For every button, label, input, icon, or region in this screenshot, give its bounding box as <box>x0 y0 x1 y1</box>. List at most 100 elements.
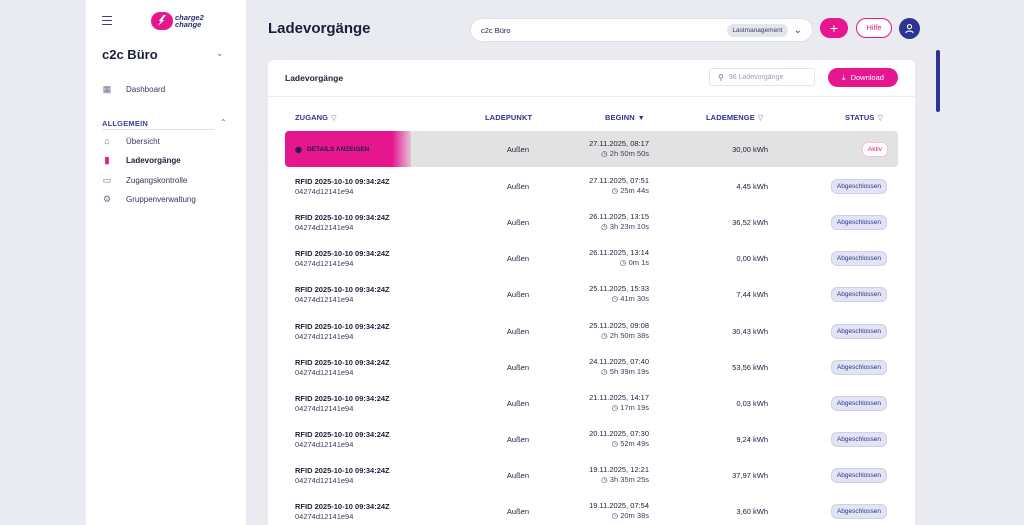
organization-name[interactable]: c2c Büro <box>102 47 158 62</box>
charging-sessions-card: Ladevorgänge ⚲ 96 Ladevorgänge ⤓ Downloa… <box>268 60 915 525</box>
scrollbar-thumb[interactable] <box>936 50 940 112</box>
status-badge: Abgeschlossen <box>830 468 887 483</box>
section-label: ALLGEMEIN <box>102 119 148 128</box>
start-date: 27.11.2025, 08:17 <box>589 139 649 148</box>
table-row[interactable]: RFID 2025-10-10 09:34:24Z 04274d12141e94… <box>268 457 915 493</box>
table-row[interactable]: RFID 2025-10-10 09:34:24Z 04274d12141e94… <box>268 240 915 276</box>
energy: 4,45 kWh <box>736 182 768 191</box>
location-select[interactable]: c2c Büro Lastmanagement ⌄ <box>471 19 812 41</box>
left-gutter <box>0 0 86 525</box>
access-tag: 04274d12141e94 <box>295 259 354 268</box>
table-row[interactable]: RFID 2025-10-10 09:34:24Z 04274d12141e94… <box>268 421 915 457</box>
eye-icon: ◉ <box>295 144 302 154</box>
access-tag: 04274d12141e94 <box>295 187 354 196</box>
ladepunkt: Außen <box>506 435 529 444</box>
duration: ◷ 17m 19s <box>611 403 649 412</box>
ladepunkt: Außen <box>506 254 529 263</box>
start-date: 27.11.2025, 07:51 <box>589 176 649 185</box>
status-badge: Abgeschlossen <box>830 360 887 375</box>
column-header-lademenge[interactable]: LADEMENGE ▽ <box>706 113 763 122</box>
energy: 37,97 kWh <box>732 471 768 480</box>
logo[interactable]: charge2 change <box>151 12 204 30</box>
lightning-logo-icon <box>151 12 173 30</box>
table-row[interactable]: RFID 2025-10-10 09:34:24Z 04274d12141e94… <box>268 276 915 312</box>
access-tag: 04274d12141e94 <box>295 368 354 377</box>
access-id: RFID 2025-10-10 09:34:24Z <box>295 466 390 475</box>
energy: 30,43 kWh <box>732 327 768 336</box>
page-title: Ladevorgänge <box>268 20 371 37</box>
duration: ◷ 2h 50m 50s <box>601 149 649 158</box>
table-row[interactable]: ◉ DETAILS ANZEIGEN Außen 27.11.2025, 08:… <box>285 131 898 167</box>
divider <box>102 129 214 130</box>
sidebar-item-label: Gruppenverwaltung <box>126 194 196 204</box>
profile-button[interactable] <box>899 18 920 39</box>
sort-down-icon[interactable]: ▼ <box>638 115 645 122</box>
clock-icon: ◷ <box>601 367 610 376</box>
clock-icon: ◷ <box>601 222 610 231</box>
filter-icon[interactable]: ▽ <box>331 115 336 122</box>
clock-icon: ◷ <box>601 331 610 340</box>
menu-icon[interactable] <box>102 16 112 26</box>
column-header-beginn[interactable]: BEGINN ▼ <box>605 113 645 122</box>
status-badge: Abgeschlossen <box>830 251 887 266</box>
access-id: RFID 2025-10-10 09:34:24Z <box>295 177 390 186</box>
right-gutter <box>945 0 1024 525</box>
table-row[interactable]: RFID 2025-10-10 09:34:24Z 04274d12141e94… <box>268 349 915 385</box>
divider <box>268 96 915 97</box>
clock-icon: ◷ <box>601 475 610 484</box>
clock-icon: ◷ <box>611 403 621 412</box>
access-id: RFID 2025-10-10 09:34:24Z <box>295 249 390 258</box>
chevron-down-icon[interactable]: ⌄ <box>794 25 802 36</box>
access-id: RFID 2025-10-10 09:34:24Z <box>295 213 390 222</box>
scrollbar-track[interactable] <box>936 50 940 525</box>
energy: 36,52 kWh <box>732 218 768 227</box>
chevron-up-icon[interactable]: ⌃ <box>220 118 227 127</box>
column-header-status[interactable]: STATUS ▽ <box>845 113 883 122</box>
access-id: RFID 2025-10-10 09:34:24Z <box>295 502 390 511</box>
table-row[interactable]: RFID 2025-10-10 09:34:24Z 04274d12141e94… <box>268 168 915 204</box>
ladepunkt: Außen <box>506 290 529 299</box>
column-header-ladepunkt[interactable]: LADEPUNKT <box>485 113 532 122</box>
energy: 30,00 kWh <box>732 145 768 154</box>
sidebar-item-gruppenverwaltung[interactable]: ⚙ Gruppenverwaltung <box>102 194 196 204</box>
energy: 0,03 kWh <box>736 399 768 408</box>
details-button[interactable]: ◉ DETAILS ANZEIGEN <box>285 131 411 167</box>
card-title: Ladevorgänge <box>285 73 344 83</box>
card-icon: ▭ <box>102 174 112 185</box>
location-value: c2c Büro <box>481 25 511 35</box>
access-tag: 04274d12141e94 <box>295 404 354 413</box>
help-button[interactable]: Hilfe <box>856 18 892 38</box>
add-button[interactable]: + <box>820 18 848 38</box>
ladepunkt: Außen <box>506 218 529 227</box>
sidebar-item-zugangskontrolle[interactable]: ▭ Zugangskontrolle <box>102 174 188 185</box>
access-tag: 04274d12141e94 <box>295 295 354 304</box>
access-tag: 04274d12141e94 <box>295 512 354 521</box>
start-date: 19.11.2025, 07:54 <box>589 501 649 510</box>
duration: ◷ 2h 50m 38s <box>601 331 649 340</box>
start-date: 24.11.2025, 07:40 <box>589 357 649 366</box>
access-id: RFID 2025-10-10 09:34:24Z <box>295 322 390 331</box>
filter-icon[interactable]: ▽ <box>878 115 883 122</box>
sidebar-item-ladevorgaenge[interactable]: ▮ Ladevorgänge <box>102 155 181 165</box>
duration: ◷ 3h 35m 25s <box>601 475 649 484</box>
ladepunkt: Außen <box>506 145 529 154</box>
search-input[interactable]: ⚲ 96 Ladevorgänge <box>709 68 815 86</box>
filter-icon[interactable]: ▽ <box>758 115 763 122</box>
search-placeholder: 96 Ladevorgänge <box>728 73 784 81</box>
table-row[interactable]: RFID 2025-10-10 09:34:24Z 04274d12141e94… <box>268 493 915 525</box>
chevron-down-icon[interactable]: ⌄ <box>216 48 224 59</box>
start-date: 20.11.2025, 07:30 <box>589 429 649 438</box>
clock-icon: ◷ <box>601 149 610 158</box>
column-header-zugang[interactable]: ZUGANG ▽ <box>295 113 337 122</box>
access-id: RFID 2025-10-10 09:34:24Z <box>295 285 390 294</box>
table-row[interactable]: RFID 2025-10-10 09:34:24Z 04274d12141e94… <box>268 385 915 421</box>
sidebar-item-dashboard[interactable]: ▦ Dashboard <box>102 84 165 94</box>
start-date: 25.11.2025, 15:33 <box>589 284 649 293</box>
download-button[interactable]: ⤓ Download <box>828 68 898 87</box>
table-row[interactable]: RFID 2025-10-10 09:34:24Z 04274d12141e94… <box>268 204 915 240</box>
ladepunkt: Außen <box>506 182 529 191</box>
sidebar-item-uebersicht[interactable]: ⌂ Übersicht <box>102 136 160 146</box>
duration: ◷ 25m 44s <box>611 186 649 195</box>
table-row[interactable]: RFID 2025-10-10 09:34:24Z 04274d12141e94… <box>268 313 915 349</box>
clock-icon: ◷ <box>611 186 621 195</box>
